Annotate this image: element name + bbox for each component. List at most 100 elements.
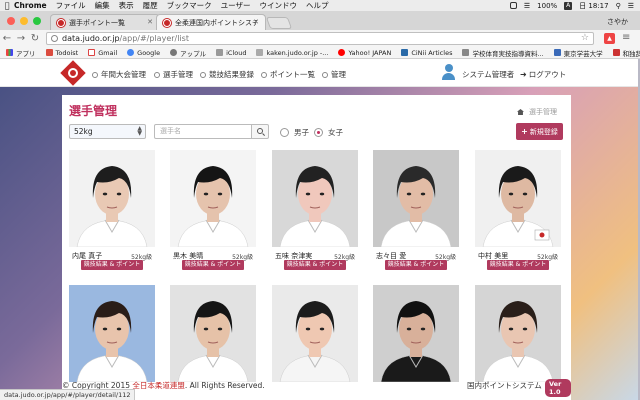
nav-bullet-icon <box>200 71 206 78</box>
bookmark-gmail[interactable]: Gmail <box>88 49 117 57</box>
nav-points-list[interactable]: ポイント一覧 <box>261 69 315 80</box>
judo-federation-logo[interactable] <box>60 60 86 86</box>
browser-tab-1[interactable]: 選手ポイント一覧 ✕ <box>50 14 160 30</box>
bookmark-label: アプリ <box>16 49 36 58</box>
browser-toolbar: ← → ↻ data.judo.or.jp/app/#/player/list … <box>0 30 640 47</box>
address-bar[interactable]: data.judo.or.jp/app/#/player/list ☆ <box>46 32 594 45</box>
bookmark-pe-resources[interactable]: 学校体育実技指導資料... <box>462 48 544 58</box>
player-name-search-input[interactable]: 選手名 <box>154 124 252 139</box>
extension-icon[interactable]: ▲ <box>604 33 615 44</box>
back-arrow-icon[interactable]: ← <box>0 33 14 44</box>
bookmark-apple[interactable]: アップル <box>170 48 206 58</box>
nav-admin[interactable]: 管理 <box>322 69 346 80</box>
bookmark-star-icon[interactable]: ☆ <box>581 33 589 43</box>
gender-male-radio[interactable]: 男子 <box>280 127 309 138</box>
menu-history[interactable]: 履歴 <box>143 0 158 11</box>
yahoo-icon <box>338 49 346 56</box>
clock[interactable]: 日 18:17 <box>579 1 608 11</box>
menu-view[interactable]: 表示 <box>119 0 134 11</box>
nav-bullet-icon <box>154 71 160 78</box>
results-points-button[interactable]: 競技結果 & ポイント <box>487 260 549 270</box>
player-photo[interactable] <box>69 285 155 382</box>
player-photo[interactable] <box>170 150 256 247</box>
logout-link[interactable]: ➜ ログアウト <box>520 69 566 80</box>
bookmark-yahoo[interactable]: Yahoo! JAPAN <box>338 49 391 57</box>
icloud-icon <box>216 49 224 56</box>
results-points-button[interactable]: 競技結果 & ポイント <box>284 260 346 270</box>
player-photo[interactable] <box>475 285 561 382</box>
bookmark-dictionary[interactable]: 和独辞典 <box>612 48 640 58</box>
apple-icon[interactable]:  <box>0 1 14 10</box>
university-icon <box>553 49 561 56</box>
close-tab-icon[interactable]: ✕ <box>147 18 153 26</box>
new-registration-button[interactable]: + 新規登録 <box>516 123 563 140</box>
browser-tab-2[interactable]: 全柔連国内ポイントシステム ✕ <box>156 14 266 30</box>
bookmark-google[interactable]: Google <box>127 49 160 57</box>
menu-window[interactable]: ウインドウ <box>259 0 297 11</box>
button-label: 新規登録 <box>529 127 558 136</box>
bookmark-gakugei[interactable]: 東京学芸大学 <box>553 48 603 58</box>
bookmark-todoist[interactable]: Todoist <box>45 49 78 57</box>
results-points-button[interactable]: 競技結果 & ポイント <box>182 260 244 270</box>
menu-user[interactable]: ユーザー <box>221 0 251 11</box>
battery-percent[interactable]: 100% <box>537 2 557 10</box>
player-photo[interactable] <box>272 150 358 247</box>
player-photo[interactable] <box>69 150 155 247</box>
nav-results-entry[interactable]: 競技結果登録 <box>200 69 254 80</box>
player-photo[interactable] <box>170 285 256 382</box>
bookmark-cinii[interactable]: CiNii Articles <box>401 49 452 57</box>
screen-share-icon[interactable] <box>509 2 517 9</box>
player-photo[interactable] <box>475 150 561 247</box>
spotlight-icon[interactable]: ⚲ <box>616 2 621 10</box>
reload-icon[interactable]: ↻ <box>28 33 42 44</box>
player-photo[interactable] <box>272 285 358 382</box>
menu-edit[interactable]: 編集 <box>95 0 110 11</box>
page-info-icon[interactable] <box>51 35 58 42</box>
home-icon[interactable] <box>517 109 524 115</box>
admin-name[interactable]: システム管理者 <box>462 69 514 80</box>
results-points-button[interactable]: 競技結果 & ポイント <box>81 260 143 270</box>
player-photo[interactable] <box>373 285 459 382</box>
judo-favicon-icon <box>163 18 171 27</box>
version-badge: Ver 1.0 <box>545 379 571 397</box>
gender-female-radio[interactable]: 女子 <box>314 127 343 138</box>
menu-list-icon[interactable]: ☰ <box>628 2 634 10</box>
user-avatar-icon[interactable] <box>442 64 455 80</box>
status-bar-url: data.judo.or.jp/app/#/player/detail/112 <box>0 389 136 400</box>
breadcrumb: 選手管理 <box>517 107 557 117</box>
menu-help[interactable]: ヘルプ <box>306 0 329 11</box>
forward-arrow-icon[interactable]: → <box>14 33 28 44</box>
weight-class-select[interactable]: 52kg ▲ ▼ <box>69 124 146 139</box>
zoom-window-button[interactable] <box>33 17 41 25</box>
window-controls <box>7 17 41 25</box>
bookmark-apps[interactable]: アプリ <box>6 48 36 58</box>
bookmark-label: kaken.judo.or.jp -... <box>266 48 329 57</box>
apple-logo-icon <box>170 49 178 56</box>
page-icon <box>462 49 470 56</box>
cinii-icon <box>401 49 409 56</box>
tab-title: 選手ポイント一覧 <box>69 18 125 27</box>
search-button[interactable] <box>251 124 269 139</box>
select-arrows-icon: ▲ ▼ <box>137 125 142 137</box>
close-window-button[interactable] <box>7 17 15 25</box>
menu-file[interactable]: ファイル <box>56 0 86 11</box>
player-photo[interactable] <box>373 150 459 247</box>
new-tab-button[interactable] <box>265 17 293 29</box>
radio-selected-icon <box>314 128 323 137</box>
nav-player-management[interactable]: 選手管理 <box>154 69 193 80</box>
menu-bookmarks[interactable]: ブックマーク <box>167 0 212 11</box>
wifi-icon[interactable]: ☰ <box>524 2 530 10</box>
page-icon <box>256 49 264 56</box>
input-source-icon[interactable]: A <box>564 1 573 10</box>
menu-app-name[interactable]: Chrome <box>14 1 47 10</box>
results-points-button[interactable]: 競技結果 & ポイント <box>385 260 447 270</box>
bookmark-icloud[interactable]: iCloud <box>216 49 246 57</box>
minimize-window-button[interactable] <box>20 17 28 25</box>
nav-tournament-management[interactable]: 年間大会管理 <box>92 69 146 80</box>
close-tab-icon[interactable]: ✕ <box>253 18 259 26</box>
bookmark-kaken[interactable]: kaken.judo.or.jp -... <box>256 49 328 57</box>
chrome-menu-icon[interactable]: ≡ <box>622 32 630 43</box>
org-link[interactable]: 全日本柔道連盟 <box>132 381 185 390</box>
breadcrumb-current: 選手管理 <box>529 108 557 116</box>
profile-name[interactable]: さやか <box>607 17 628 27</box>
